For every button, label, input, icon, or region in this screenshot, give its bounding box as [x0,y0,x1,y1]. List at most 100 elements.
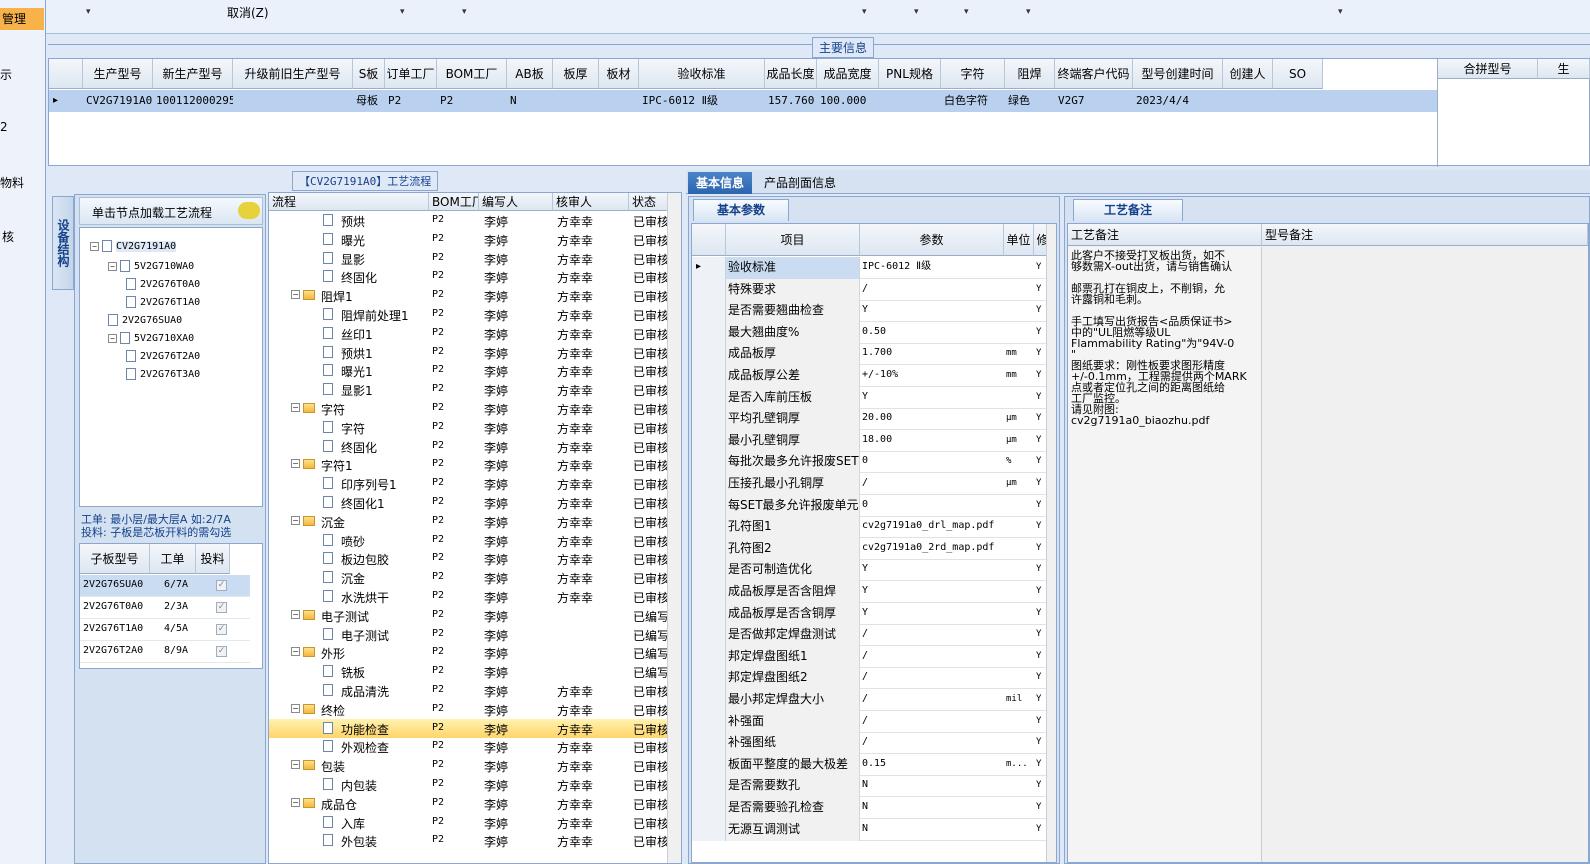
dropdown-arrow-icon[interactable]: ▾ [964,7,969,17]
table-row[interactable]: 孔符图2 cv2g7191a0_2rd_map.pdf Y [692,537,1046,560]
collapse-icon[interactable]: − [90,241,99,251]
col-header-15[interactable]: 终端客户代码 [1055,59,1133,89]
collapse-icon[interactable]: − [291,797,300,807]
param-value[interactable]: / [862,711,1004,731]
table-row[interactable]: 外包装 P2 李婷 方幸幸 已审核 [269,831,667,850]
feeding-checkbox[interactable]: ✓ [216,646,227,657]
table-row[interactable]: 是否做邦定焊盘测试 / Y [692,624,1046,647]
param-value[interactable]: N [862,819,1004,839]
param-value[interactable]: cv2g7191a0_drl_map.pdf [862,516,1004,536]
col-header-param-2[interactable]: 单位 [1004,224,1034,256]
collapse-icon[interactable]: − [291,760,300,770]
col-header-4[interactable]: 订单工厂 [385,59,437,89]
table-row[interactable]: 是否入库前压板 Y Y [692,386,1046,409]
table-row[interactable]: − 阻焊1 P2 李婷 方幸幸 已审核 [269,286,667,305]
param-value[interactable]: 20.00 [862,408,1004,428]
tree-node[interactable]: 2V2G76T2A0 [126,348,200,366]
param-value[interactable]: 0 [862,495,1004,515]
table-row[interactable]: 丝印1 P2 李婷 方幸幸 已审核 [269,324,667,343]
param-value[interactable]: / [862,689,1004,709]
table-row[interactable]: ▸ 验收标准 IPC-6012 Ⅱ级 Y [692,257,1046,279]
param-value[interactable]: Y [862,387,1004,407]
col-header-8[interactable]: 板材 [599,59,639,89]
table-row[interactable]: ▸ CV2G7191A010011200029591 母板 P2 P2 N IPC-6012… [49,90,1437,112]
tree-node[interactable]: − 5V2G710XA0 [108,330,194,348]
collapse-icon[interactable]: − [291,290,300,300]
col-header-0[interactable]: 生产型号 [83,59,153,89]
feeding-checkbox[interactable]: ✓ [216,580,227,591]
param-value[interactable]: / [862,667,1004,687]
table-row[interactable]: 是否可制造优化 Y Y [692,559,1046,582]
tree-node[interactable]: 2V2G76T0A0 [126,276,200,294]
table-row[interactable]: 补强图纸 / Y [692,732,1046,755]
table-row[interactable]: 无源互调测试 N Y [692,818,1046,841]
param-value[interactable]: / [862,624,1004,644]
tree-node[interactable]: 2V2G76T3A0 [126,366,200,384]
tree-node[interactable]: − 5V2G710WA0 [108,258,194,276]
param-value[interactable]: Y [862,300,1004,320]
table-row[interactable]: 成品板厚是否含铜厚 Y Y [692,602,1046,625]
nav-item-review[interactable]: 核 [2,228,14,245]
dropdown-arrow-icon[interactable]: ▾ [914,7,919,17]
table-row[interactable]: 压接孔最小孔铜厚 / μm Y [692,473,1046,495]
param-value[interactable]: +/-10% [862,365,1004,385]
table-row[interactable]: 入库 P2 李婷 方幸幸 已审核 [269,813,667,832]
param-value[interactable]: / [862,646,1004,666]
table-row[interactable]: 最小邦定焊盘大小 / mil Y [692,689,1046,711]
col-header-flow-4[interactable]: 状态 [629,193,669,211]
table-row[interactable]: 曝光1 P2 李婷 方幸幸 已审核 [269,361,667,380]
tree-node[interactable]: − CV2G7191A0 [90,238,177,256]
table-row[interactable]: − 字符 P2 李婷 方幸幸 已审核 [269,399,667,418]
table-row[interactable]: 终固化 P2 李婷 方幸幸 已审核 [269,437,667,456]
table-row[interactable]: − 成品仓 P2 李婷 方幸幸 已审核 [269,794,667,813]
param-value[interactable]: 0 [862,451,1004,471]
params-scrollbar[interactable] [1046,224,1056,862]
nav-item-material[interactable]: 物料 [0,174,24,191]
table-row[interactable]: 每SET最多允许报废单元 0 Y [692,494,1046,517]
table-row[interactable]: − 终检 P2 李婷 方幸幸 已审核 [269,700,667,719]
table-row[interactable]: − 字符1 P2 李婷 方幸幸 已审核 [269,455,667,474]
tree-node[interactable]: 2V2G76T1A0 [126,294,200,312]
col-header-param-0[interactable]: 项目 [726,224,860,256]
collapse-icon[interactable]: − [291,515,300,525]
table-row[interactable]: 成品板厚公差 +/-10% mm Y [692,365,1046,387]
param-value[interactable]: cv2g7191a0_2rd_map.pdf [862,538,1004,558]
tree-node[interactable]: 2V2G76SUA0 [108,312,182,330]
dropdown-arrow-icon[interactable]: ▾ [1338,7,1343,17]
param-value[interactable]: N [862,797,1004,817]
table-row[interactable]: 最小孔壁铜厚 18.00 μm Y [692,429,1046,452]
table-row[interactable]: 板面平整度的最大极差 0.15 m... Y [692,753,1046,776]
table-row[interactable]: 显影1 P2 李婷 方幸幸 已审核 [269,380,667,399]
collapse-icon[interactable]: − [291,403,300,412]
table-row[interactable]: 阻焊前处理1 P2 李婷 方幸幸 已审核 [269,305,667,324]
col-header-sub-2[interactable]: 投料 [196,544,230,574]
table-row[interactable]: 是否需要翘曲检查 Y Y [692,300,1046,323]
table-row[interactable]: − 电子测试 P2 李婷 已编写 [269,606,667,625]
collapse-icon[interactable]: − [108,333,117,343]
col-header-12[interactable]: PNL规格 [879,59,941,89]
param-value[interactable]: Y [862,581,1004,601]
param-value[interactable]: 0.15 [862,754,1004,774]
param-value[interactable]: / [862,473,1004,493]
table-row[interactable]: 喷砂 P2 李婷 方幸幸 已审核 [269,531,667,550]
param-value[interactable]: IPC-6012 Ⅱ级 [862,257,1004,277]
dropdown-arrow-icon[interactable]: ▾ [86,7,91,17]
param-value[interactable]: / [862,732,1004,752]
collapse-icon[interactable]: − [291,703,300,713]
table-row[interactable]: 印序列号1 P2 李婷 方幸幸 已审核 [269,474,667,493]
table-row[interactable]: − 包装 P2 李婷 方幸幸 已审核 [269,756,667,775]
col-header-13[interactable]: 字符 [941,59,1005,89]
col-header-flow-1[interactable]: BOM工厂 [429,193,479,211]
table-row[interactable]: 电子测试 P2 李婷 已编写 [269,625,667,644]
table-row[interactable]: 是否需要数孔 N Y [692,775,1046,798]
table-row[interactable]: 邦定焊盘图纸2/Y [692,667,1046,690]
table-row[interactable]: 终固化1 P2 李婷 方幸幸 已审核 [269,493,667,512]
cancel-button[interactable]: 取消(Z) [227,4,269,21]
col-header-5[interactable]: BOM工厂 [437,59,507,89]
table-row[interactable]: 板边包胶 P2 李婷 方幸幸 已审核 [269,549,667,568]
table-row[interactable]: 曝光 P2 李婷 方幸幸 已审核 [269,230,667,249]
table-row[interactable]: 2V2G76SUA0 6/7A ✓ [80,575,250,597]
col-header-14[interactable]: 阻焊 [1005,59,1055,89]
tab-basic-info[interactable]: 基本信息 [688,172,753,194]
tab-basic-params[interactable]: 基本参数 [693,199,789,221]
